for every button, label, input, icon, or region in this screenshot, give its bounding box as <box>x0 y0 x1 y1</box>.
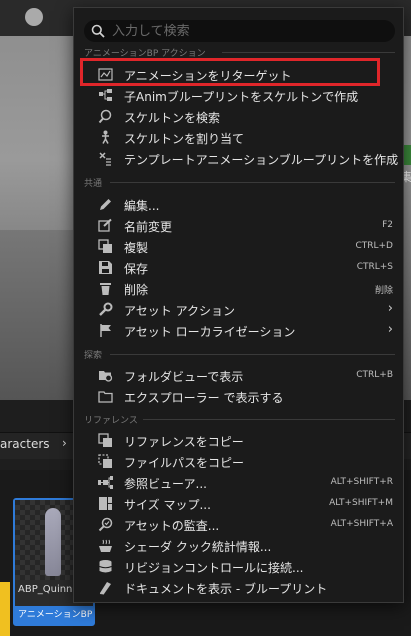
breadcrumb[interactable]: aracters <box>0 437 50 451</box>
menu-item-assign-skeleton[interactable]: スケルトンを割り当て <box>75 127 402 148</box>
folder-icon <box>98 391 113 403</box>
submenu-arrow-icon: › <box>387 322 393 337</box>
documentation-icon <box>99 582 111 595</box>
menu-item-label: アセット アクション <box>124 304 235 318</box>
menu-item-shortcut: ALT+SHIFT+R <box>330 477 393 487</box>
menu-item-copy-reference[interactable]: リファレンスをコピー <box>75 430 402 451</box>
menu-item-label: スケルトンを検索 <box>124 111 221 125</box>
menu-item-label: 編集... <box>124 199 160 213</box>
menu-item-find-skeleton[interactable]: スケルトンを検索 <box>75 106 402 127</box>
section-divider <box>222 52 395 53</box>
menu-item-label: テンプレートアニメーションブループリントを作成 <box>124 153 399 167</box>
menu-item-view-documentation[interactable]: ドキュメントを表示 - ブループリント <box>75 577 402 598</box>
menu-item-label: 参照ビューア... <box>124 477 207 491</box>
submenu-arrow-icon: › <box>387 301 393 316</box>
section-title: リファレンス <box>84 416 138 426</box>
copy-path-icon <box>98 454 112 468</box>
copy-reference-icon <box>98 433 112 447</box>
menu-item-shader-cook-stats[interactable]: シェーダ クック統計情報... <box>75 535 402 556</box>
trash-icon <box>100 283 111 295</box>
section-divider <box>110 354 395 355</box>
assign-skeleton-icon <box>102 130 109 144</box>
rename-icon <box>98 218 112 232</box>
menu-item-label: 保存 <box>124 262 149 276</box>
search-input[interactable] <box>112 22 382 40</box>
size-map-icon <box>99 497 112 510</box>
menu-item-delete[interactable]: 削除 削除 <box>75 278 402 299</box>
asset-type-label: アニメーションBP <box>15 606 93 624</box>
child-blueprint-icon <box>99 89 112 101</box>
menu-item-show-in-explorer[interactable]: エクスプローラー で表示する <box>75 386 402 407</box>
menu-item-shortcut: 削除 <box>374 286 393 296</box>
menu-item-shortcut: CTRL+B <box>356 370 393 380</box>
menu-item-shortcut: F2 <box>382 220 393 230</box>
menu-item-label: エクスプローラー で表示する <box>124 391 284 405</box>
menu-item-show-in-folder-view[interactable]: フォルダビューで表示 CTRL+B <box>75 365 402 386</box>
flag-icon <box>100 324 111 337</box>
revision-control-icon <box>99 560 112 573</box>
menu-item-label: 削除 <box>124 283 149 297</box>
highlight-annotation <box>80 58 380 86</box>
menu-item-asset-localization[interactable]: アセット ローカライゼーション › <box>75 320 402 341</box>
audit-icon <box>98 517 113 532</box>
section-title: 探索 <box>84 351 103 361</box>
section-title: 共通 <box>84 179 103 189</box>
folder-color-strip <box>0 582 10 636</box>
search-icon <box>91 24 105 38</box>
menu-item-label: ドキュメントを表示 - ブループリント <box>124 582 328 596</box>
section-divider <box>143 419 395 420</box>
menu-item-copy-file-path[interactable]: ファイルパスをコピー <box>75 451 402 472</box>
template-blueprint-icon <box>99 152 111 166</box>
find-skeleton-icon <box>98 109 112 124</box>
viewport-options-icon[interactable] <box>25 8 43 26</box>
duplicate-icon <box>98 239 112 253</box>
menu-item-label: シェーダ クック統計情報... <box>124 540 272 554</box>
menu-item-reference-viewer[interactable]: 参照ビューア... ALT+SHIFT+R <box>75 472 402 493</box>
menu-item-label: アセット ローカライゼーション <box>124 325 296 339</box>
menu-item-duplicate[interactable]: 複製 CTRL+D <box>75 236 402 257</box>
menu-item-audit-assets[interactable]: アセットの監査... ALT+SHIFT+A <box>75 514 402 535</box>
menu-item-label: サイズ マップ... <box>124 498 211 512</box>
menu-item-create-template-anim-blueprint[interactable]: テンプレートアニメーションブループリントを作成 <box>75 148 402 169</box>
menu-search <box>84 20 395 42</box>
asset-name: ABP_Quinn <box>18 584 73 595</box>
menu-item-label: 複製 <box>124 241 149 255</box>
shader-stats-icon <box>99 539 112 552</box>
menu-item-label: 子Animブループリントをスケルトンで作成 <box>124 90 359 104</box>
reference-viewer-icon <box>98 476 113 489</box>
menu-item-connect-revision-control[interactable]: リビジョンコントロールに接続... <box>75 556 402 577</box>
pencil-icon <box>100 199 111 210</box>
menu-item-edit[interactable]: 編集... <box>75 194 402 215</box>
menu-item-shortcut: CTRL+D <box>355 241 393 251</box>
menu-item-save[interactable]: 保存 CTRL+S <box>75 257 402 278</box>
breadcrumb-chevron-icon[interactable]: › <box>62 436 67 450</box>
menu-item-shortcut: ALT+SHIFT+A <box>330 519 393 529</box>
menu-item-create-child-anim-blueprint[interactable]: 子Animブループリントをスケルトンで作成 <box>75 85 402 106</box>
wrench-icon <box>99 302 113 316</box>
menu-item-label: リビジョンコントロールに接続... <box>124 561 304 575</box>
menu-item-label: リファレンスをコピー <box>124 435 244 449</box>
menu-item-label: スケルトンを割り当て <box>124 132 245 146</box>
menu-item-size-map[interactable]: サイズ マップ... ALT+SHIFT+M <box>75 493 402 514</box>
menu-item-label: アセットの監査... <box>124 519 220 533</box>
menu-item-label: フォルダビューで表示 <box>124 370 244 384</box>
folder-search-icon <box>99 371 113 382</box>
character-figure-icon <box>45 508 61 576</box>
menu-item-shortcut: ALT+SHIFT+M <box>329 498 393 508</box>
section-divider <box>110 182 395 183</box>
save-icon <box>99 261 112 274</box>
menu-item-rename[interactable]: 名前変更 F2 <box>75 215 402 236</box>
menu-item-asset-actions[interactable]: アセット アクション › <box>75 299 402 320</box>
context-menu: アニメーションBP アクション アニメーションをリターゲット 子Animブループ… <box>73 7 404 603</box>
menu-item-label: ファイルパスをコピー <box>124 456 245 470</box>
menu-item-label: 名前変更 <box>124 220 173 234</box>
menu-item-shortcut: CTRL+S <box>356 262 393 272</box>
